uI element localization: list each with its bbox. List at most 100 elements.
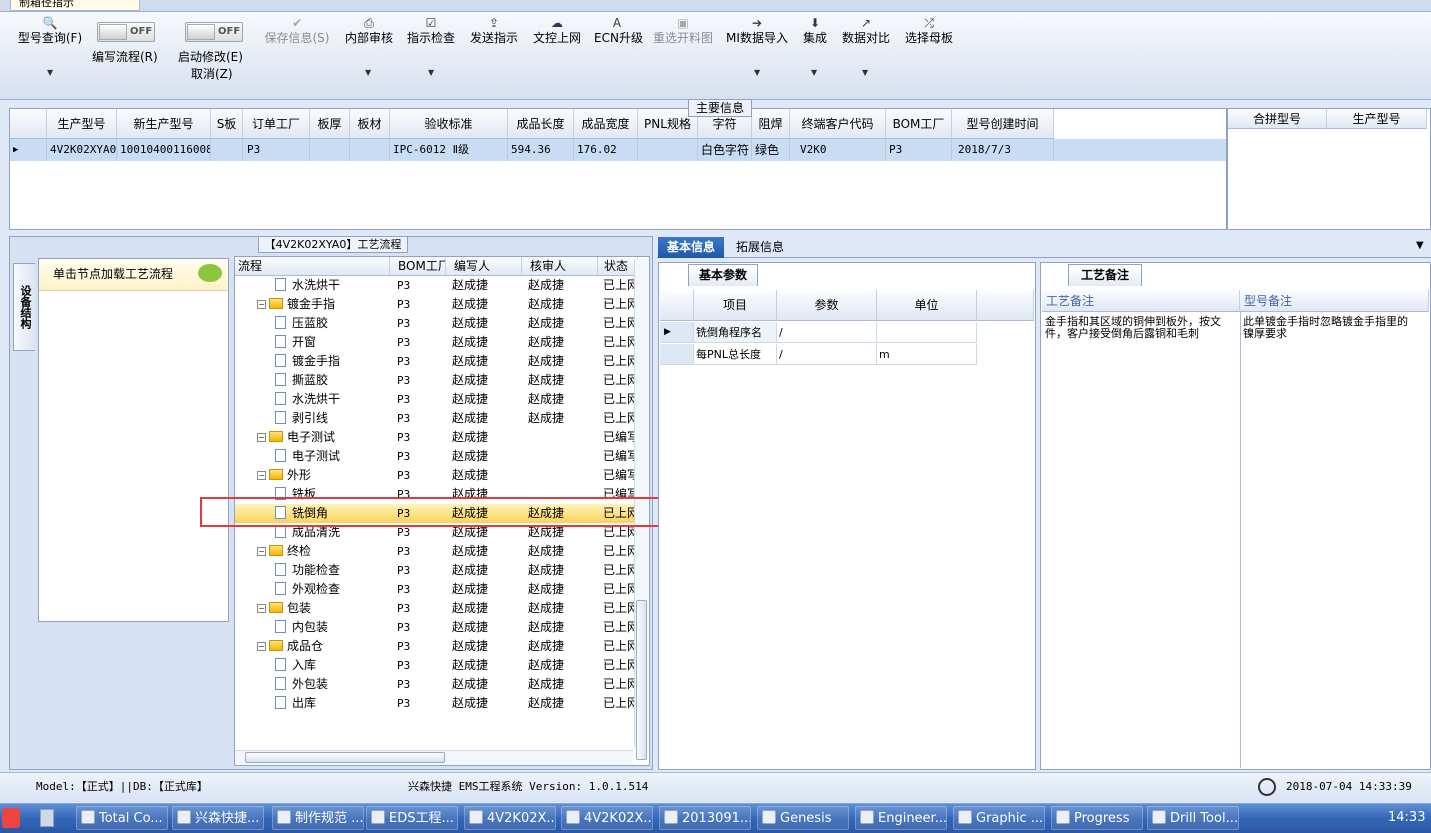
- col-header[interactable]: 成品宽度: [574, 109, 638, 139]
- tree-row[interactable]: 水洗烘干 P3 赵成捷 赵成捷 已上网: [235, 276, 637, 295]
- tree-node-label[interactable]: 水洗烘干: [275, 276, 390, 295]
- tree-node-label[interactable]: 外包装: [275, 675, 390, 694]
- tree-row[interactable]: 压蓝胶 P3 赵成捷 赵成捷 已上网: [235, 314, 637, 333]
- document-tab[interactable]: 制箱径指示: [10, 0, 140, 11]
- col-header[interactable]: 板材: [350, 109, 390, 139]
- col-header[interactable]: S板: [211, 109, 243, 139]
- col-header[interactable]: 生产型号: [47, 109, 117, 139]
- equipment-structure-tab[interactable]: 设备结构: [13, 263, 35, 351]
- ecn-upgrade-button[interactable]: A ECN升级: [594, 16, 643, 46]
- col-header[interactable]: 流程: [235, 257, 390, 276]
- tree-row[interactable]: 开窗 P3 赵成捷 赵成捷 已上网: [235, 333, 637, 352]
- tree-row[interactable]: 内包装 P3 赵成捷 赵成捷 已上网: [235, 618, 637, 637]
- tab-extended-info[interactable]: 拓展信息: [730, 237, 790, 258]
- taskbar-item[interactable]: 2013091...: [659, 806, 751, 830]
- chevron-down-icon[interactable]: ▼: [811, 68, 817, 77]
- cell[interactable]: m: [877, 344, 977, 365]
- cell[interactable]: [350, 139, 390, 161]
- col-header[interactable]: 编写人: [446, 257, 522, 276]
- chevron-down-icon[interactable]: ▼: [754, 68, 760, 77]
- taskbar-item[interactable]: Engineer...: [855, 806, 947, 830]
- save-info-button[interactable]: ✔ 保存信息(S): [262, 16, 332, 46]
- doc-publish-button[interactable]: ☁ 文控上网: [531, 16, 583, 46]
- cell[interactable]: 10010400116008: [117, 139, 211, 161]
- start-icon[interactable]: [2, 808, 20, 828]
- collapse-icon[interactable]: −: [257, 300, 266, 309]
- collapse-icon[interactable]: −: [257, 433, 266, 442]
- tree-row[interactable]: 外观检查 P3 赵成捷 赵成捷 已上网: [235, 580, 637, 599]
- cell[interactable]: [211, 139, 243, 161]
- col-header[interactable]: 生产型号: [1327, 109, 1427, 129]
- send-instruction-button[interactable]: ⇪ 发送指示: [468, 16, 520, 46]
- internal-review-button[interactable]: ⎙ 内部审核: [343, 16, 395, 46]
- chevron-down-icon[interactable]: ▼: [365, 68, 371, 77]
- tree-node-label[interactable]: − 终检: [257, 542, 390, 561]
- select-mother-board-button[interactable]: ⤮ 选择母板: [903, 16, 955, 46]
- tab-basic-params[interactable]: 基本参数: [688, 264, 758, 286]
- chevron-down-icon[interactable]: ▼: [47, 68, 53, 77]
- tree-node-label[interactable]: − 镀金手指: [257, 295, 390, 314]
- cell[interactable]: P3: [243, 139, 310, 161]
- tree-row[interactable]: − 镀金手指 P3 赵成捷 赵成捷 已上网: [235, 295, 637, 314]
- cell[interactable]: 绿色: [752, 139, 790, 161]
- tree-node-label[interactable]: 功能检查: [275, 561, 390, 580]
- cell[interactable]: 每PNL总长度: [694, 344, 777, 365]
- cell[interactable]: 铣倒角程序名: [694, 322, 777, 343]
- col-header[interactable]: 新生产型号: [117, 109, 211, 139]
- tree-node-label[interactable]: 内包装: [275, 618, 390, 637]
- write-flow-toggle[interactable]: OFF: [97, 22, 155, 42]
- chevron-down-icon[interactable]: ▼: [1416, 240, 1424, 251]
- taskbar-item[interactable]: 制作规范 ...: [272, 806, 364, 830]
- tree-node-label[interactable]: 镀金手指: [275, 352, 390, 371]
- tree-node-label[interactable]: 出库: [275, 694, 390, 713]
- tree-row[interactable]: − 外形 P3 赵成捷 已编写: [235, 466, 637, 485]
- taskbar-item[interactable]: Total Co...: [76, 806, 168, 830]
- collapse-icon[interactable]: −: [257, 604, 266, 613]
- tree-node-label[interactable]: 外观检查: [275, 580, 390, 599]
- cell[interactable]: /: [777, 344, 877, 365]
- collapse-icon[interactable]: −: [257, 642, 266, 651]
- cell[interactable]: P3: [886, 139, 952, 161]
- tree-row[interactable]: 入库 P3 赵成捷 赵成捷 已上网: [235, 656, 637, 675]
- instruction-check-button[interactable]: ☑ 指示检查: [405, 16, 457, 46]
- start-edit-toggle[interactable]: OFF: [185, 22, 243, 42]
- cell[interactable]: [877, 322, 977, 343]
- col-header[interactable]: 核审人: [522, 257, 598, 276]
- taskbar-item[interactable]: Progress: [1051, 806, 1143, 830]
- taskbar-item[interactable]: 兴森快捷...: [172, 806, 264, 830]
- col-header[interactable]: 型号创建时间: [952, 109, 1054, 139]
- col-header[interactable]: 合拼型号: [1228, 109, 1327, 129]
- tree-row[interactable]: − 成品仓 P3 赵成捷 赵成捷 已上网: [235, 637, 637, 656]
- tree-row[interactable]: 外包装 P3 赵成捷 赵成捷 已上网: [235, 675, 637, 694]
- cell[interactable]: 白色字符: [698, 139, 752, 161]
- model-note-text[interactable]: 此单镀金手指时忽略镀金手指里的镍厚要求: [1243, 316, 1413, 340]
- vertical-scroll-thumb[interactable]: [636, 600, 647, 760]
- tree-row[interactable]: − 包装 P3 赵成捷 赵成捷 已上网: [235, 599, 637, 618]
- tree-row[interactable]: − 终检 P3 赵成捷 赵成捷 已上网: [235, 542, 637, 561]
- tree-row[interactable]: − 电子测试 P3 赵成捷 已编写: [235, 428, 637, 447]
- tree-row[interactable]: 出库 P3 赵成捷 赵成捷 已上网: [235, 694, 637, 713]
- taskbar-item[interactable]: 4V2K02X...: [464, 806, 556, 830]
- col-header[interactable]: 成品长度: [508, 109, 574, 139]
- cell[interactable]: 2018/7/3: [952, 139, 1054, 161]
- tree-node-label[interactable]: − 成品仓: [257, 637, 390, 656]
- tab-basic-info[interactable]: 基本信息: [658, 237, 724, 258]
- collapse-icon[interactable]: −: [257, 547, 266, 556]
- tree-row[interactable]: 电子测试 P3 赵成捷 已编写: [235, 447, 637, 466]
- reselect-cutting-map-button[interactable]: ▣ 重选开料图: [652, 16, 714, 46]
- tree-node-label[interactable]: − 包装: [257, 599, 390, 618]
- process-note-text[interactable]: 金手指和其区域的铜伸到板外，按文件，客户接受倒角后露铜和毛刺: [1045, 316, 1223, 340]
- tree-node-label[interactable]: 剥引线: [275, 409, 390, 428]
- model-query-button[interactable]: 🔍 型号查询(F): [14, 16, 86, 46]
- taskbar-item[interactable]: Drill Tool...: [1147, 806, 1239, 830]
- col-header[interactable]: BOM工厂: [886, 109, 952, 139]
- taskbar-item[interactable]: Genesis: [757, 806, 849, 830]
- cell[interactable]: 176.02: [574, 139, 638, 161]
- col-header[interactable]: 参数: [777, 290, 877, 321]
- desktop-icon[interactable]: [40, 809, 54, 827]
- tree-row[interactable]: 水洗烘干 P3 赵成捷 赵成捷 已上网: [235, 390, 637, 409]
- col-header[interactable]: 订单工厂: [243, 109, 310, 139]
- tree-node-label[interactable]: − 外形: [257, 466, 390, 485]
- tree-row[interactable]: 镀金手指 P3 赵成捷 赵成捷 已上网: [235, 352, 637, 371]
- tree-node-label[interactable]: 入库: [275, 656, 390, 675]
